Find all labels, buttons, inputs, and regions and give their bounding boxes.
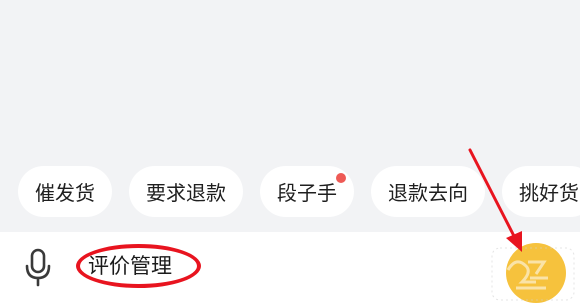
chip-label: 段子手 (277, 181, 337, 205)
chat-screen: 催发货 要求退款 段子手 退款去向 挑好货 评价管理 (0, 0, 580, 305)
message-input[interactable]: 评价管理 (88, 251, 198, 281)
chip-label: 退款去向 (388, 181, 468, 205)
quick-reply-chip-urge-shipping[interactable]: 催发货 (18, 166, 112, 217)
microphone-icon[interactable] (23, 248, 53, 288)
chip-label: 要求退款 (146, 181, 226, 205)
quick-reply-chip-joker[interactable]: 段子手 (260, 166, 354, 217)
quick-reply-chip-pick-goods[interactable]: 挑好货 (502, 166, 580, 217)
quick-reply-chip-refund-status[interactable]: 退款去向 (371, 166, 485, 217)
send-button[interactable] (506, 243, 566, 303)
notification-dot (336, 173, 346, 183)
quick-reply-chip-request-refund[interactable]: 要求退款 (129, 166, 243, 217)
chip-label: 挑好货 (519, 181, 579, 205)
quick-reply-bar: 催发货 要求退款 段子手 退款去向 挑好货 (18, 166, 580, 217)
input-bar: 评价管理 (0, 232, 580, 305)
chip-label: 催发货 (35, 181, 95, 205)
